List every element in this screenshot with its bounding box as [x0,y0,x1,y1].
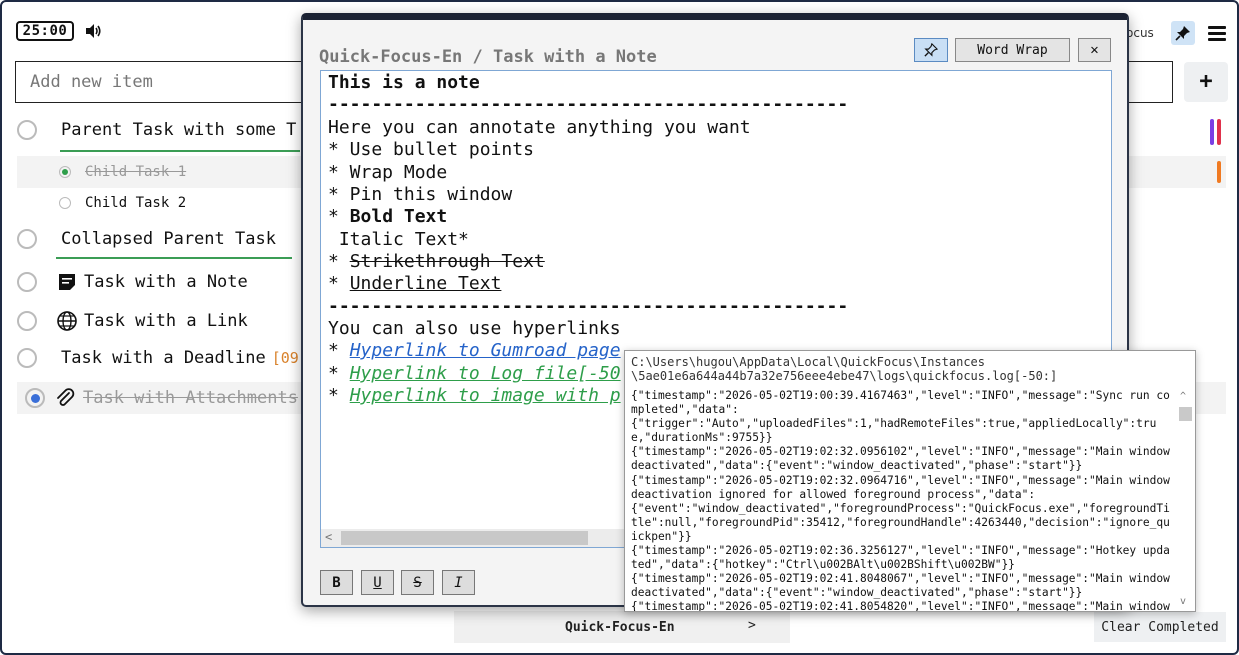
note-line-underline: * Underline Text [328,273,501,295]
bold-button[interactable]: B [320,570,353,595]
child-checkbox-done[interactable] [59,166,71,178]
italic-button[interactable]: I [442,570,475,595]
globe-icon[interactable] [56,310,78,332]
bullet: * [328,251,350,272]
pin-icon [924,43,938,57]
task-checkbox[interactable] [17,229,37,249]
note-line-link: * Hyperlink to Gumroad page [328,340,621,362]
log-content: {"timestamp":"2026-05-02T19:00:39.416746… [631,389,1170,612]
note-divider: ----------------------------------------… [328,296,849,317]
task-label: Task with a Link [84,311,248,331]
note-line-link: * Hyperlink to Log file[-50 [328,363,621,385]
bold-text: Bold Text [349,206,448,227]
task-checkbox[interactable] [17,120,37,140]
add-item-button[interactable]: + [1184,62,1228,102]
task-label: Task with a Note [84,272,248,292]
priority-bar-red [1217,119,1221,145]
log-preview-tooltip: C:\Users\hugou\AppData\Local\QuickFocus\… [624,350,1196,612]
scrollbar-thumb[interactable] [341,531,588,545]
scrollbar-thumb[interactable] [1179,407,1192,421]
note-window-title: Quick-Focus-En / Task with a Note [319,47,657,67]
progress-underline [56,257,292,259]
strikethrough-button[interactable]: S [401,570,434,595]
bullet: * [328,385,350,406]
pin-window-button[interactable] [914,38,948,62]
hyperlink-gumroad[interactable]: Hyperlink to Gumroad page [350,340,621,361]
hyperlink-log-file[interactable]: Hyperlink to Log file[-50 [350,363,621,384]
note-divider: ----------------------------------------… [328,94,849,115]
deadline-badge: [09 [271,349,299,367]
hyperlink-image[interactable]: Hyperlink to image with p [350,385,621,406]
note-line-link: * Hyperlink to image with p [328,385,621,407]
focus-label: ocus [1126,26,1154,40]
scroll-left-icon[interactable]: < [325,530,332,544]
speaker-icon[interactable] [84,22,102,40]
bullet: * [328,273,350,294]
note-icon[interactable] [58,273,76,291]
task-label: Child Task 2 [85,195,187,211]
priority-bar-orange [1217,161,1221,183]
task-checkbox-active[interactable] [25,388,45,408]
task-label: Parent Task with some T [61,120,297,140]
note-line: This is a note [328,72,480,93]
task-checkbox[interactable] [17,311,37,331]
priority-bar-purple [1210,119,1214,145]
word-wrap-button[interactable]: Word Wrap [955,38,1070,62]
note-line: * Use bullet points [328,139,534,160]
chevron-up-icon[interactable]: ^ [1180,391,1186,402]
bullet: * [328,206,350,227]
log-file-path: C:\Users\hugou\AppData\Local\QuickFocus\… [631,355,1057,383]
task-label: Collapsed Parent Task [61,229,276,249]
child-checkbox[interactable] [59,197,71,209]
bullet: * [328,340,350,361]
note-line: You can also use hyperlinks [328,318,621,339]
log-path-line: C:\Users\hugou\AppData\Local\QuickFocus\… [631,355,986,369]
underline-button[interactable]: U [361,570,394,595]
strike-text: Strikethrough Text [349,251,545,272]
note-line: Here you can annotate anything you want [328,117,751,138]
task-label: Child Task 1 [85,164,187,180]
pin-button[interactable] [1171,21,1195,45]
menu-icon[interactable] [1208,26,1226,41]
log-path-line: \5ae01e6a644a44b7a32e756eee4ebe47\logs\q… [631,369,1058,383]
task-label: Task with a Deadline [61,348,266,368]
task-checkbox[interactable] [17,272,37,292]
app-window: 25:00 ocus + Parent Task with some T Chi… [0,0,1239,655]
note-line: Italic Text* [328,229,469,250]
close-button[interactable]: ✕ [1078,38,1111,62]
pomodoro-timer[interactable]: 25:00 [16,21,74,41]
paperclip-icon[interactable] [55,388,75,408]
note-line: * Wrap Mode [328,162,448,183]
task-checkbox[interactable] [17,348,37,368]
chevron-down-icon[interactable]: v [1180,596,1186,607]
next-project-button[interactable]: > [748,618,756,633]
underline-text: Underline Text [349,273,502,294]
progress-underline [60,150,300,152]
note-line: * Pin this window [328,184,513,205]
note-line-strike: * Strikethrough Text [328,251,545,273]
note-line-bold: * Bold Text [328,206,447,228]
clear-completed-button[interactable]: Clear Completed [1094,612,1226,642]
pin-icon [1175,26,1190,41]
bullet: * [328,363,350,384]
project-name[interactable]: Quick-Focus-En [565,620,675,635]
log-vertical-scrollbar[interactable]: ^ v [1178,391,1192,609]
task-label: Task with Attachments [83,388,298,408]
